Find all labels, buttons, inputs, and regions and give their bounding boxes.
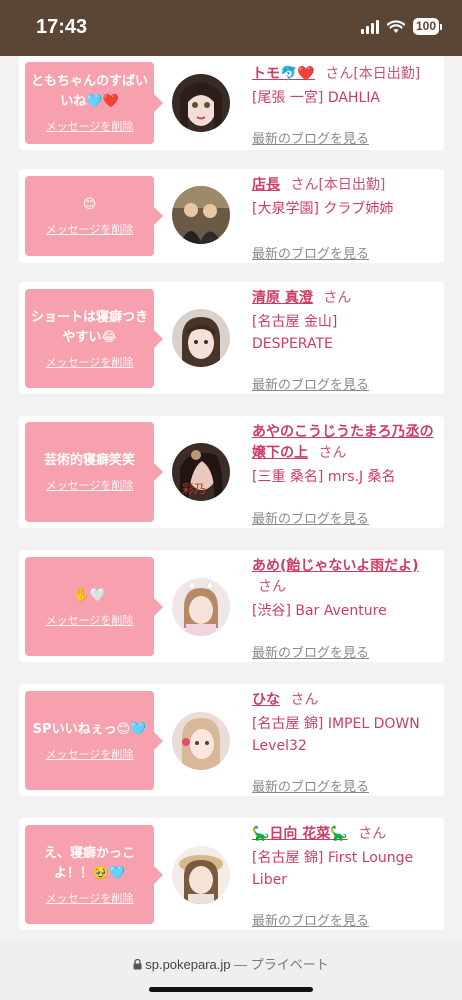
honorific: さん xyxy=(258,579,286,595)
cast-info: 清原 真澄 さん [名古屋 金山] DESPERATE 最新のブログを見る xyxy=(252,288,440,393)
url-display[interactable]: sp.pokepara.jp — プライベート xyxy=(0,954,462,973)
avatar[interactable] xyxy=(172,74,230,132)
honorific: さん xyxy=(323,290,352,306)
battery-icon: 100 xyxy=(412,18,442,35)
browsing-mode: — プライベート xyxy=(234,957,329,972)
message-bubble: 芸術的寝癖笑笑 メッセージを削除 xyxy=(25,422,163,522)
message-card: 芸術的寝癖笑笑 メッセージを削除 彩乃 あやのこうじうたまろ乃丞の嬢下の上 さん… xyxy=(19,416,444,528)
home-indicator[interactable] xyxy=(149,987,313,992)
message-bubble: ✋🤍 メッセージを削除 xyxy=(25,557,163,656)
avatar[interactable] xyxy=(172,846,230,904)
cast-name-link[interactable]: 🦕日向 花菜🦕 xyxy=(252,826,348,842)
honorific: さん xyxy=(325,66,354,82)
message-text: ✋🤍 xyxy=(73,587,106,603)
shop-name: [名古屋 金山] DESPERATE xyxy=(252,314,338,352)
battery-level: 100 xyxy=(412,18,439,35)
cast-name-link[interactable]: あめ(飴じゃないよ雨だよ) xyxy=(252,558,419,574)
shop-name: [名古屋 錦] IMPEL DOWN Level32 xyxy=(252,716,420,754)
delete-message-link[interactable]: メッセージを削除 xyxy=(46,746,134,762)
status-time: 17:43 xyxy=(36,16,88,38)
delete-message-link[interactable]: メッセージを削除 xyxy=(46,890,134,906)
message-text: 芸術的寝癖笑笑 xyxy=(43,453,135,468)
message-card: え、寝癖かっこよ！！🥹🩵 メッセージを削除 🦕日向 花菜🦕 さん [名古屋 錦]… xyxy=(19,818,444,930)
delete-message-link[interactable]: メッセージを削除 xyxy=(46,118,134,134)
honorific: さん xyxy=(290,692,319,708)
url-domain: sp.pokepara.jp xyxy=(145,957,231,972)
message-card: ともちゃんのすばいいね🩵❤️ メッセージを削除 トモ🐬❤️ さん[本日出勤] [… xyxy=(19,56,444,150)
avatar[interactable] xyxy=(172,186,230,244)
delete-message-link[interactable]: メッセージを削除 xyxy=(46,221,134,237)
message-text: 😊 xyxy=(82,197,97,212)
message-bubble: え、寝癖かっこよ！！🥹🩵 メッセージを削除 xyxy=(25,825,163,924)
latest-blog-link[interactable]: 最新のブログを見る xyxy=(252,374,369,393)
cellular-signal-icon xyxy=(360,19,379,34)
latest-blog-link[interactable]: 最新のブログを見る xyxy=(252,910,369,929)
svg-text:彩乃: 彩乃 xyxy=(182,482,206,496)
message-card: 😊 メッセージを削除 店長 さん[本日出勤] [大泉学園] クラブ姉姉 最新のブ… xyxy=(19,169,444,263)
delete-message-link[interactable]: メッセージを削除 xyxy=(46,612,134,628)
latest-blog-link[interactable]: 最新のブログを見る xyxy=(252,128,369,147)
avatar[interactable] xyxy=(172,309,230,367)
honorific: さん xyxy=(318,445,347,461)
avatar[interactable]: 彩乃 xyxy=(172,443,230,501)
message-text: え、寝癖かっこよ！！🥹🩵 xyxy=(43,845,135,881)
cast-info: あやのこうじうたまろ乃丞の嬢下の上 さん [三重 桑名] mrs.J 桑名 最新… xyxy=(252,422,440,527)
cast-name-link[interactable]: トモ🐬❤️ xyxy=(252,66,315,82)
cast-name-link[interactable]: ひな xyxy=(252,692,280,708)
cast-info: 🦕日向 花菜🦕 さん [名古屋 錦] First Lounge Liber 最新… xyxy=(252,824,440,929)
cast-name-link[interactable]: 店長 xyxy=(252,177,280,193)
status-bar: 17:43 100 xyxy=(0,0,462,56)
shop-name: [大泉学園] クラブ姉姉 xyxy=(252,201,394,217)
message-bubble: SPいいねぇっ😊🩵 メッセージを削除 xyxy=(25,691,163,790)
cast-info: 店長 さん[本日出勤] [大泉学園] クラブ姉姉 最新のブログを見る xyxy=(252,175,440,262)
latest-blog-link[interactable]: 最新のブログを見る xyxy=(252,508,369,527)
honorific: さん xyxy=(358,826,387,842)
message-text: ショートは寝癖つきやすい😂 xyxy=(31,309,149,345)
shop-name: [三重 桑名] mrs.J 桑名 xyxy=(252,469,396,485)
latest-blog-link[interactable]: 最新のブログを見る xyxy=(252,642,369,661)
message-card: ショートは寝癖つきやすい😂 メッセージを削除 清原 真澄 さん [名古屋 金山]… xyxy=(19,282,444,394)
lock-icon xyxy=(133,958,142,970)
message-text: ともちゃんのすばいいね🩵❤️ xyxy=(31,74,149,109)
message-card: ✋🤍 メッセージを削除 あめ(飴じゃないよ雨だよ) さん [渋谷] Bar Av… xyxy=(19,550,444,662)
message-bubble: ショートは寝癖つきやすい😂 メッセージを削除 xyxy=(25,289,163,388)
latest-blog-link[interactable]: 最新のブログを見る xyxy=(252,776,369,795)
delete-message-link[interactable]: メッセージを削除 xyxy=(46,354,134,370)
message-text: SPいいねぇっ😊🩵 xyxy=(32,721,147,737)
avatar[interactable] xyxy=(172,578,230,636)
delete-message-link[interactable]: メッセージを削除 xyxy=(46,477,134,493)
work-status: [本日出勤] xyxy=(318,177,386,193)
cast-name-link[interactable]: 清原 真澄 xyxy=(252,290,313,306)
cast-info: ひな さん [名古屋 錦] IMPEL DOWN Level32 最新のブログを… xyxy=(252,690,440,795)
work-status: [本日出勤] xyxy=(353,66,421,82)
message-card: SPいいねぇっ😊🩵 メッセージを削除 ひな さん [名古屋 錦] IMPEL D… xyxy=(19,684,444,796)
shop-name: [渋谷] Bar Aventure xyxy=(252,603,387,619)
cast-info: あめ(飴じゃないよ雨だよ) さん [渋谷] Bar Aventure 最新のブロ… xyxy=(252,556,440,661)
avatar[interactable] xyxy=(172,712,230,770)
status-icons: 100 xyxy=(360,18,442,35)
latest-blog-link[interactable]: 最新のブログを見る xyxy=(252,243,369,262)
wifi-icon xyxy=(386,19,405,33)
shop-name: [尾張 一宮] DAHLIA xyxy=(252,90,380,106)
cast-info: トモ🐬❤️ さん[本日出勤] [尾張 一宮] DAHLIA 最新のブログを見る xyxy=(252,64,440,147)
shop-name: [名古屋 錦] First Lounge Liber xyxy=(252,850,414,888)
honorific: さん xyxy=(290,177,319,193)
message-bubble: ともちゃんのすばいいね🩵❤️ メッセージを削除 xyxy=(25,62,163,144)
message-bubble: 😊 メッセージを削除 xyxy=(25,176,163,256)
